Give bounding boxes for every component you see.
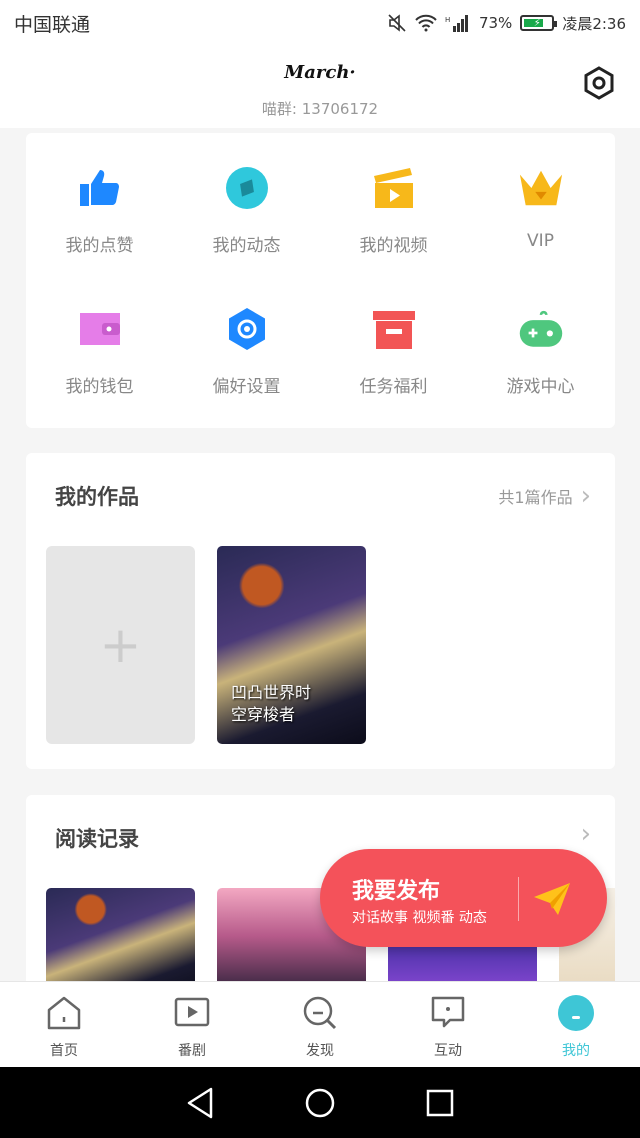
thumbs-up-icon [77, 165, 123, 211]
tab-anime[interactable]: 番剧 [128, 982, 256, 1067]
grid-item-videos[interactable]: 我的视频 [320, 165, 467, 256]
clock: 凌晨2:36 [562, 14, 626, 33]
wifi-icon [415, 14, 437, 32]
mute-icon [388, 14, 406, 32]
battery-icon: ⚡ [520, 15, 558, 31]
work-title: 凹凸世界时 空穿梭者 [231, 683, 312, 724]
publish-button[interactable]: 我要发布 对话故事 视频番 动态 [320, 849, 607, 947]
play-box-icon [173, 994, 211, 1032]
home-icon [45, 994, 83, 1032]
tab-home[interactable]: 首页 [0, 982, 128, 1067]
grid-item-games[interactable]: 游戏中心 [467, 306, 614, 397]
wallet-icon [77, 306, 123, 352]
profile-header: March· 喵群: 13706172 [0, 46, 640, 128]
paper-plane-icon [534, 883, 570, 915]
grid-item-vip[interactable]: VIP [467, 165, 614, 251]
publish-subtitle: 对话故事 视频番 动态 [352, 910, 487, 926]
history-more-link[interactable]: › [581, 821, 591, 847]
svg-text:H: H [445, 16, 450, 24]
settings-icon[interactable] [582, 66, 616, 100]
gamepad-icon [518, 306, 564, 352]
works-count-link[interactable]: 共1篇作品 › [498, 483, 591, 509]
crown-icon [518, 165, 564, 211]
my-works-section: 我的作品 共1篇作品 › + 凹凸世界时 空穿梭者 [26, 453, 615, 769]
back-icon[interactable] [185, 1087, 215, 1119]
compass-icon [224, 165, 270, 211]
carrier-label: 中国联通 [14, 13, 91, 36]
bottom-tab-bar: 首页 番剧 发现 互动 我的 [0, 981, 640, 1067]
system-nav-bar [0, 1067, 640, 1138]
status-bar: 中国联通 H 73% ⚡ 凌晨2:36 [0, 0, 640, 46]
feature-grid: 我的点赞 我的动态 我的视频 VIP 我的钱包 偏好设置 任务福利 游戏中心 [26, 133, 615, 428]
add-work-button[interactable]: + [46, 546, 195, 744]
grid-item-moments[interactable]: 我的动态 [173, 165, 320, 256]
chat-icon [429, 994, 467, 1032]
clapperboard-icon [371, 165, 417, 211]
work-cover[interactable]: 凹凸世界时 空穿梭者 [217, 546, 366, 744]
tab-interact[interactable]: 互动 [384, 982, 512, 1067]
chevron-right-icon: › [580, 819, 591, 849]
history-cover[interactable] [46, 888, 195, 995]
tab-discover[interactable]: 发现 [256, 982, 384, 1067]
username[interactable]: March· [0, 62, 640, 83]
profile-icon [557, 994, 595, 1032]
history-title: 阅读记录 [55, 827, 139, 851]
user-id: 喵群: 13706172 [261, 100, 379, 118]
hexagon-gear-icon [224, 306, 270, 352]
tab-mine[interactable]: 我的 [512, 982, 640, 1067]
battery-percent: 73% [478, 14, 513, 32]
works-count: 共1篇作品 [498, 488, 573, 507]
chevron-right-icon: › [580, 481, 591, 511]
works-title: 我的作品 [55, 485, 139, 509]
grid-item-likes[interactable]: 我的点赞 [26, 165, 173, 256]
divider [518, 877, 519, 921]
grid-item-tasks[interactable]: 任务福利 [320, 306, 467, 397]
gift-box-icon [371, 306, 417, 352]
discover-icon [301, 994, 339, 1032]
publish-title: 我要发布 [352, 879, 441, 904]
grid-item-preferences[interactable]: 偏好设置 [173, 306, 320, 397]
home-circle-icon[interactable] [304, 1087, 336, 1119]
grid-item-wallet[interactable]: 我的钱包 [26, 306, 173, 397]
recents-icon[interactable] [425, 1088, 455, 1118]
signal-icon: H [445, 15, 468, 32]
status-icons: H 73% ⚡ 凌晨2:36 [387, 13, 626, 34]
